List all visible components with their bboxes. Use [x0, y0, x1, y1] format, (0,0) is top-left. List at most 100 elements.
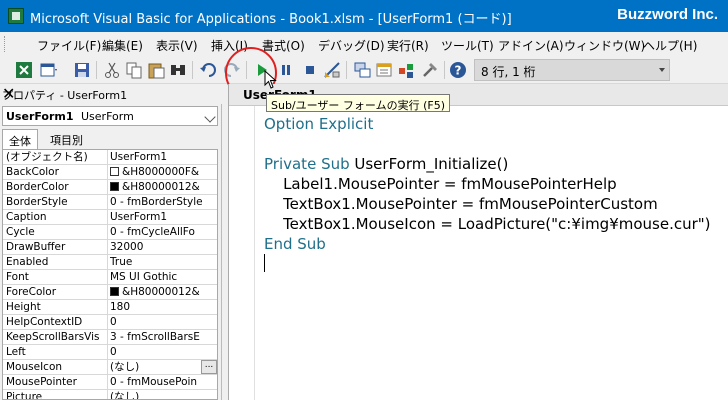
run-tooltip: Sub/ユーザー フォームの実行 (F5) — [266, 94, 450, 112]
property-value-text: 0 - fmCycleAllFo — [110, 226, 195, 238]
properties-grid: (オブジェクト名) UserForm1 BackColor &H8000000F& Bo… — [2, 149, 218, 400]
tab-alphabetic[interactable]: 全体 — [2, 129, 38, 149]
menu-window[interactable]: ウィンドウ(W) — [564, 37, 645, 54]
close-icon[interactable]: ✕ — [2, 84, 218, 103]
property-row[interactable]: KeepScrollBarsVis 3 - fmScrollBarsE — [3, 330, 217, 345]
property-row[interactable]: ForeColor &H80000012& — [3, 285, 217, 300]
cursor-position-readout: 8 行, 1 桁 — [474, 59, 670, 81]
menu-view[interactable]: 表示(V) — [156, 37, 198, 54]
cut-icon[interactable] — [102, 60, 122, 80]
toolbar-separator — [346, 61, 347, 79]
property-name: MouseIcon — [6, 361, 63, 373]
menu-tools[interactable]: ツール(T) — [441, 37, 494, 54]
property-row[interactable]: DrawBuffer 32000 — [3, 240, 217, 255]
menu-file[interactable]: ファイル(F) — [37, 37, 101, 54]
undo-icon[interactable] — [198, 60, 218, 80]
copy-icon[interactable] — [124, 60, 144, 80]
object-selector[interactable]: UserForm1 UserForm — [2, 106, 218, 126]
chevron-down-icon[interactable] — [204, 111, 216, 123]
design-mode-icon[interactable] — [322, 60, 342, 80]
properties-tabs: 全体 項目別 — [0, 129, 222, 149]
excel-icon[interactable] — [14, 60, 34, 80]
menu-format[interactable]: 書式(O) — [262, 37, 305, 54]
property-value-text: UserForm1 — [110, 151, 168, 163]
properties-icon[interactable] — [374, 60, 394, 80]
mouse-pointer-icon — [264, 69, 278, 90]
help-icon[interactable]: ? — [448, 60, 468, 80]
property-name: HelpContextID — [6, 316, 83, 328]
menu-help[interactable]: ヘルプ(H) — [643, 37, 697, 54]
save-icon[interactable] — [72, 60, 92, 80]
project-explorer-icon[interactable] — [352, 60, 372, 80]
property-row[interactable]: Picture (なし) — [3, 390, 217, 399]
menu-edit[interactable]: 編集(E) — [102, 37, 143, 54]
menu-addins[interactable]: アドイン(A) — [498, 37, 564, 54]
property-row[interactable]: BorderColor &H80000012& — [3, 180, 217, 195]
ellipsis-button[interactable]: ... — [201, 360, 217, 374]
property-value-text: &H80000012& — [122, 286, 200, 298]
property-row[interactable]: BorderStyle 0 - fmBorderStyle — [3, 195, 217, 210]
code-editor[interactable]: Option Explicit Private Sub UserForm_Init… — [264, 114, 711, 254]
text-cursor — [264, 254, 265, 272]
property-value[interactable]: &H80000012& — [107, 180, 215, 194]
insert-userform-icon[interactable] — [38, 60, 58, 80]
property-value[interactable]: MS UI Gothic — [107, 270, 215, 284]
break-icon[interactable] — [276, 60, 296, 80]
property-row[interactable]: (オブジェクト名) UserForm1 — [3, 150, 217, 165]
property-value[interactable]: UserForm1 — [107, 150, 215, 164]
property-value[interactable]: &H8000000F& — [107, 165, 215, 179]
find-icon[interactable] — [168, 60, 188, 80]
menu-bar: ファイル(F) 編集(E) 表示(V) 挿入(I) 書式(O) デバッグ(D) … — [0, 32, 728, 56]
property-row[interactable]: MousePointer 0 - fmMousePoin — [3, 375, 217, 390]
code-text: UserForm_Initialize() — [354, 155, 509, 173]
property-value-text: &H80000012& — [122, 181, 200, 193]
property-value-text: True — [110, 256, 133, 268]
property-row[interactable]: Enabled True — [3, 255, 217, 270]
reset-icon[interactable] — [300, 60, 320, 80]
property-value[interactable]: 0 - fmBorderStyle — [107, 195, 215, 209]
property-value[interactable]: True — [107, 255, 215, 269]
property-row[interactable]: Font MS UI Gothic — [3, 270, 217, 285]
property-value[interactable]: 0 — [107, 315, 215, 329]
property-row[interactable]: MouseIcon (なし)... — [3, 360, 217, 375]
property-value[interactable]: (なし) — [107, 360, 215, 374]
property-value-text: 0 - fmBorderStyle — [110, 196, 203, 208]
svg-text:?: ? — [455, 64, 462, 78]
property-value[interactable]: 0 — [107, 345, 215, 359]
code-line: End Sub — [264, 234, 711, 254]
toolbar-options-chevron-icon[interactable] — [659, 68, 665, 74]
property-value-text: MS UI Gothic — [110, 271, 178, 283]
property-value[interactable]: (なし) — [107, 390, 215, 399]
standard-toolbar: ? 8 行, 1 桁 — [0, 56, 728, 84]
object-browser-icon[interactable] — [396, 60, 416, 80]
property-row[interactable]: Cycle 0 - fmCycleAllFo — [3, 225, 217, 240]
paste-icon[interactable] — [146, 60, 166, 80]
property-value-text: 180 — [110, 301, 131, 313]
window-title: Microsoft Visual Basic for Applications … — [30, 12, 512, 27]
menu-run[interactable]: 実行(R) — [387, 37, 429, 54]
property-name: MousePointer — [6, 376, 77, 388]
property-value[interactable]: UserForm1 — [107, 210, 215, 224]
property-row[interactable]: BackColor &H8000000F& — [3, 165, 217, 180]
property-value[interactable]: &H80000012& — [107, 285, 215, 299]
property-value[interactable]: 32000 — [107, 240, 215, 254]
property-value[interactable]: 180 — [107, 300, 215, 314]
code-margin[interactable] — [229, 106, 255, 400]
property-name: Cycle — [6, 226, 35, 238]
property-row[interactable]: Caption UserForm1 — [3, 210, 217, 225]
property-value[interactable]: 3 - fmScrollBarsE — [107, 330, 215, 344]
property-row[interactable]: Height 180 — [3, 300, 217, 315]
code-line: Private Sub UserForm_Initialize() — [264, 154, 711, 174]
menu-debug[interactable]: デバッグ(D) — [318, 37, 385, 54]
property-row[interactable]: Left 0 — [3, 345, 217, 360]
excel-app-icon[interactable] — [8, 8, 24, 24]
property-value[interactable]: 0 - fmMousePoin — [107, 375, 215, 389]
menubar-grip[interactable] — [4, 36, 7, 52]
toolbox-icon[interactable] — [420, 60, 440, 80]
property-row[interactable]: HelpContextID 0 — [3, 315, 217, 330]
property-name: ForeColor — [6, 286, 57, 298]
property-value[interactable]: 0 - fmCycleAllFo — [107, 225, 215, 239]
tab-categorized[interactable]: 項目別 — [44, 129, 89, 149]
property-name: Height — [6, 301, 41, 313]
